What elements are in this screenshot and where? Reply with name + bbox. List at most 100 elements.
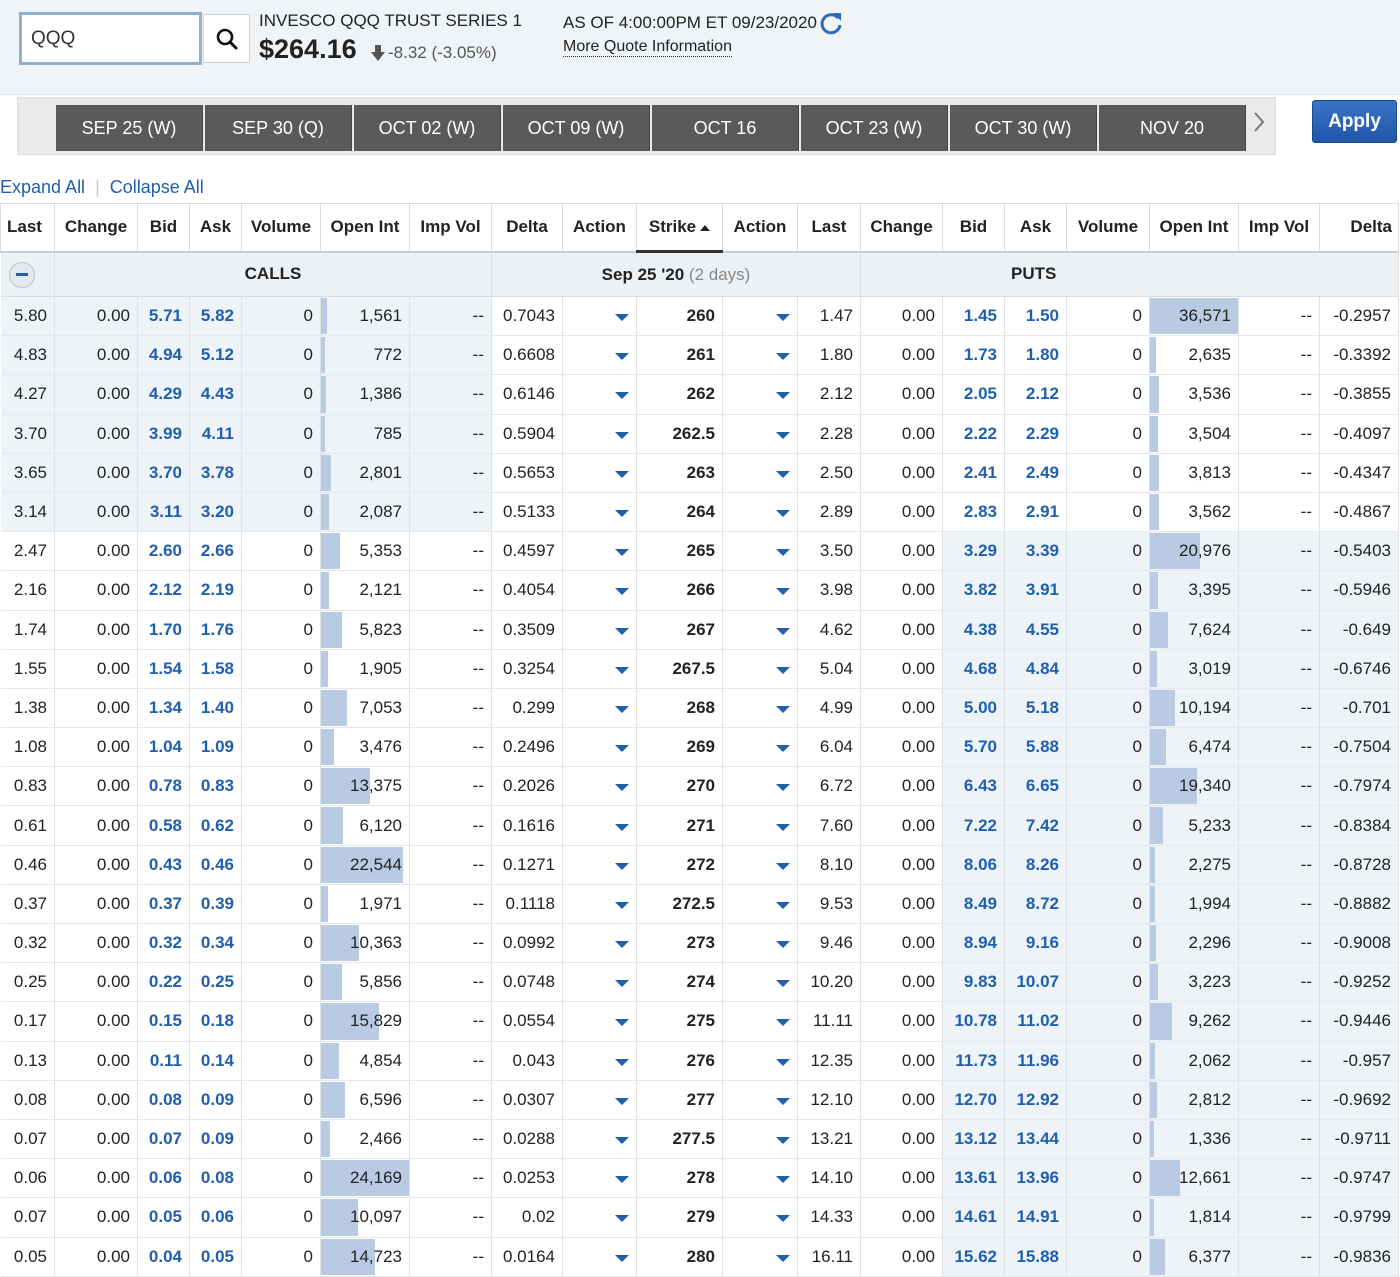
call-bid-cell[interactable]: 4.94: [137, 335, 190, 376]
column-header-last[interactable]: Last: [797, 203, 861, 253]
put-action-dropdown[interactable]: [722, 296, 798, 337]
call-bid-cell[interactable]: 0.37: [137, 884, 190, 925]
expiration-tab[interactable]: NOV 20: [1099, 105, 1246, 151]
call-action-dropdown[interactable]: [562, 727, 637, 768]
put-action-dropdown[interactable]: [722, 884, 798, 925]
put-ask-cell[interactable]: 5.88: [1004, 727, 1067, 768]
put-action-dropdown[interactable]: [722, 335, 798, 376]
put-action-dropdown[interactable]: [722, 1080, 798, 1120]
call-bid-cell[interactable]: 0.08: [137, 1080, 190, 1120]
call-action-dropdown[interactable]: [562, 1080, 637, 1120]
put-action-dropdown[interactable]: [722, 923, 798, 964]
call-ask-cell[interactable]: 1.76: [189, 610, 242, 650]
put-bid-cell[interactable]: 2.83: [942, 492, 1005, 533]
call-action-dropdown[interactable]: [562, 1197, 637, 1238]
call-bid-cell[interactable]: 3.99: [137, 414, 190, 454]
put-bid-cell[interactable]: 2.22: [942, 414, 1005, 454]
call-bid-cell[interactable]: 2.60: [137, 531, 190, 572]
call-bid-cell[interactable]: 0.32: [137, 923, 190, 964]
put-ask-cell[interactable]: 4.55: [1004, 610, 1067, 650]
put-action-dropdown[interactable]: [722, 805, 798, 846]
symbol-search-input[interactable]: [19, 12, 202, 65]
put-ask-cell[interactable]: 2.29: [1004, 414, 1067, 454]
call-action-dropdown[interactable]: [562, 923, 637, 964]
put-ask-cell[interactable]: 13.96: [1004, 1158, 1067, 1199]
call-bid-cell[interactable]: 2.12: [137, 570, 190, 611]
call-ask-cell[interactable]: 0.14: [189, 1041, 242, 1081]
call-action-dropdown[interactable]: [562, 688, 637, 729]
put-bid-cell[interactable]: 11.73: [942, 1041, 1005, 1081]
call-action-dropdown[interactable]: [562, 766, 637, 807]
put-bid-cell[interactable]: 6.43: [942, 766, 1005, 807]
column-header-open-int[interactable]: Open Int: [1149, 203, 1239, 253]
put-ask-cell[interactable]: 12.92: [1004, 1080, 1067, 1120]
expiration-tab[interactable]: OCT 23 (W): [801, 105, 948, 151]
call-bid-cell[interactable]: 0.58: [137, 805, 190, 846]
put-ask-cell[interactable]: 2.91: [1004, 492, 1067, 533]
call-ask-cell[interactable]: 0.09: [189, 1119, 242, 1160]
put-action-dropdown[interactable]: [722, 374, 798, 415]
put-bid-cell[interactable]: 1.73: [942, 335, 1005, 376]
column-header-change[interactable]: Change: [54, 203, 138, 253]
put-action-dropdown[interactable]: [722, 688, 798, 729]
put-bid-cell[interactable]: 13.61: [942, 1158, 1005, 1199]
call-bid-cell[interactable]: 0.22: [137, 962, 190, 1003]
call-action-dropdown[interactable]: [562, 1001, 637, 1042]
call-bid-cell[interactable]: 0.04: [137, 1237, 190, 1277]
put-ask-cell[interactable]: 11.96: [1004, 1041, 1067, 1081]
put-ask-cell[interactable]: 14.91: [1004, 1197, 1067, 1238]
call-ask-cell[interactable]: 4.11: [189, 414, 242, 454]
expand-all-link[interactable]: Expand All: [0, 177, 85, 197]
put-ask-cell[interactable]: 8.26: [1004, 845, 1067, 885]
put-action-dropdown[interactable]: [722, 845, 798, 885]
put-action-dropdown[interactable]: [722, 1158, 798, 1199]
put-ask-cell[interactable]: 2.49: [1004, 453, 1067, 493]
apply-button[interactable]: Apply: [1312, 100, 1397, 143]
put-bid-cell[interactable]: 15.62: [942, 1237, 1005, 1277]
put-action-dropdown[interactable]: [722, 1197, 798, 1238]
column-header-action[interactable]: Action: [722, 203, 798, 253]
column-header-action[interactable]: Action: [562, 203, 637, 253]
expiration-next-button[interactable]: [1246, 105, 1272, 139]
put-action-dropdown[interactable]: [722, 1041, 798, 1081]
put-ask-cell[interactable]: 5.18: [1004, 688, 1067, 729]
put-action-dropdown[interactable]: [722, 1237, 798, 1277]
call-ask-cell[interactable]: 0.18: [189, 1001, 242, 1042]
put-ask-cell[interactable]: 10.07: [1004, 962, 1067, 1003]
column-header-strike[interactable]: Strike: [636, 203, 723, 253]
call-ask-cell[interactable]: 4.43: [189, 374, 242, 415]
call-action-dropdown[interactable]: [562, 649, 637, 689]
call-action-dropdown[interactable]: [562, 884, 637, 925]
column-header-open-int[interactable]: Open Int: [320, 203, 410, 253]
put-bid-cell[interactable]: 8.49: [942, 884, 1005, 925]
column-header-bid[interactable]: Bid: [137, 203, 190, 253]
call-bid-cell[interactable]: 4.29: [137, 374, 190, 415]
call-action-dropdown[interactable]: [562, 296, 637, 337]
call-bid-cell[interactable]: 1.34: [137, 688, 190, 729]
put-bid-cell[interactable]: 9.83: [942, 962, 1005, 1003]
call-ask-cell[interactable]: 3.20: [189, 492, 242, 533]
call-ask-cell[interactable]: 3.78: [189, 453, 242, 493]
call-bid-cell[interactable]: 1.54: [137, 649, 190, 689]
put-ask-cell[interactable]: 9.16: [1004, 923, 1067, 964]
put-ask-cell[interactable]: 8.72: [1004, 884, 1067, 925]
put-bid-cell[interactable]: 2.05: [942, 374, 1005, 415]
put-action-dropdown[interactable]: [722, 649, 798, 689]
refresh-icon[interactable]: [818, 10, 844, 36]
put-action-dropdown[interactable]: [722, 766, 798, 807]
column-header-volume[interactable]: Volume: [241, 203, 321, 253]
put-action-dropdown[interactable]: [722, 414, 798, 454]
call-ask-cell[interactable]: 1.09: [189, 727, 242, 768]
call-action-dropdown[interactable]: [562, 492, 637, 533]
column-header-delta[interactable]: Delta: [491, 203, 563, 253]
column-header-imp-vol[interactable]: Imp Vol: [1238, 203, 1320, 253]
expiration-tab[interactable]: OCT 02 (W): [354, 105, 501, 151]
put-action-dropdown[interactable]: [722, 610, 798, 650]
column-header-last[interactable]: Last: [0, 203, 55, 253]
call-ask-cell[interactable]: 0.09: [189, 1080, 242, 1120]
call-action-dropdown[interactable]: [562, 414, 637, 454]
call-action-dropdown[interactable]: [562, 374, 637, 415]
put-ask-cell[interactable]: 4.84: [1004, 649, 1067, 689]
put-ask-cell[interactable]: 1.80: [1004, 335, 1067, 376]
column-header-bid[interactable]: Bid: [942, 203, 1005, 253]
